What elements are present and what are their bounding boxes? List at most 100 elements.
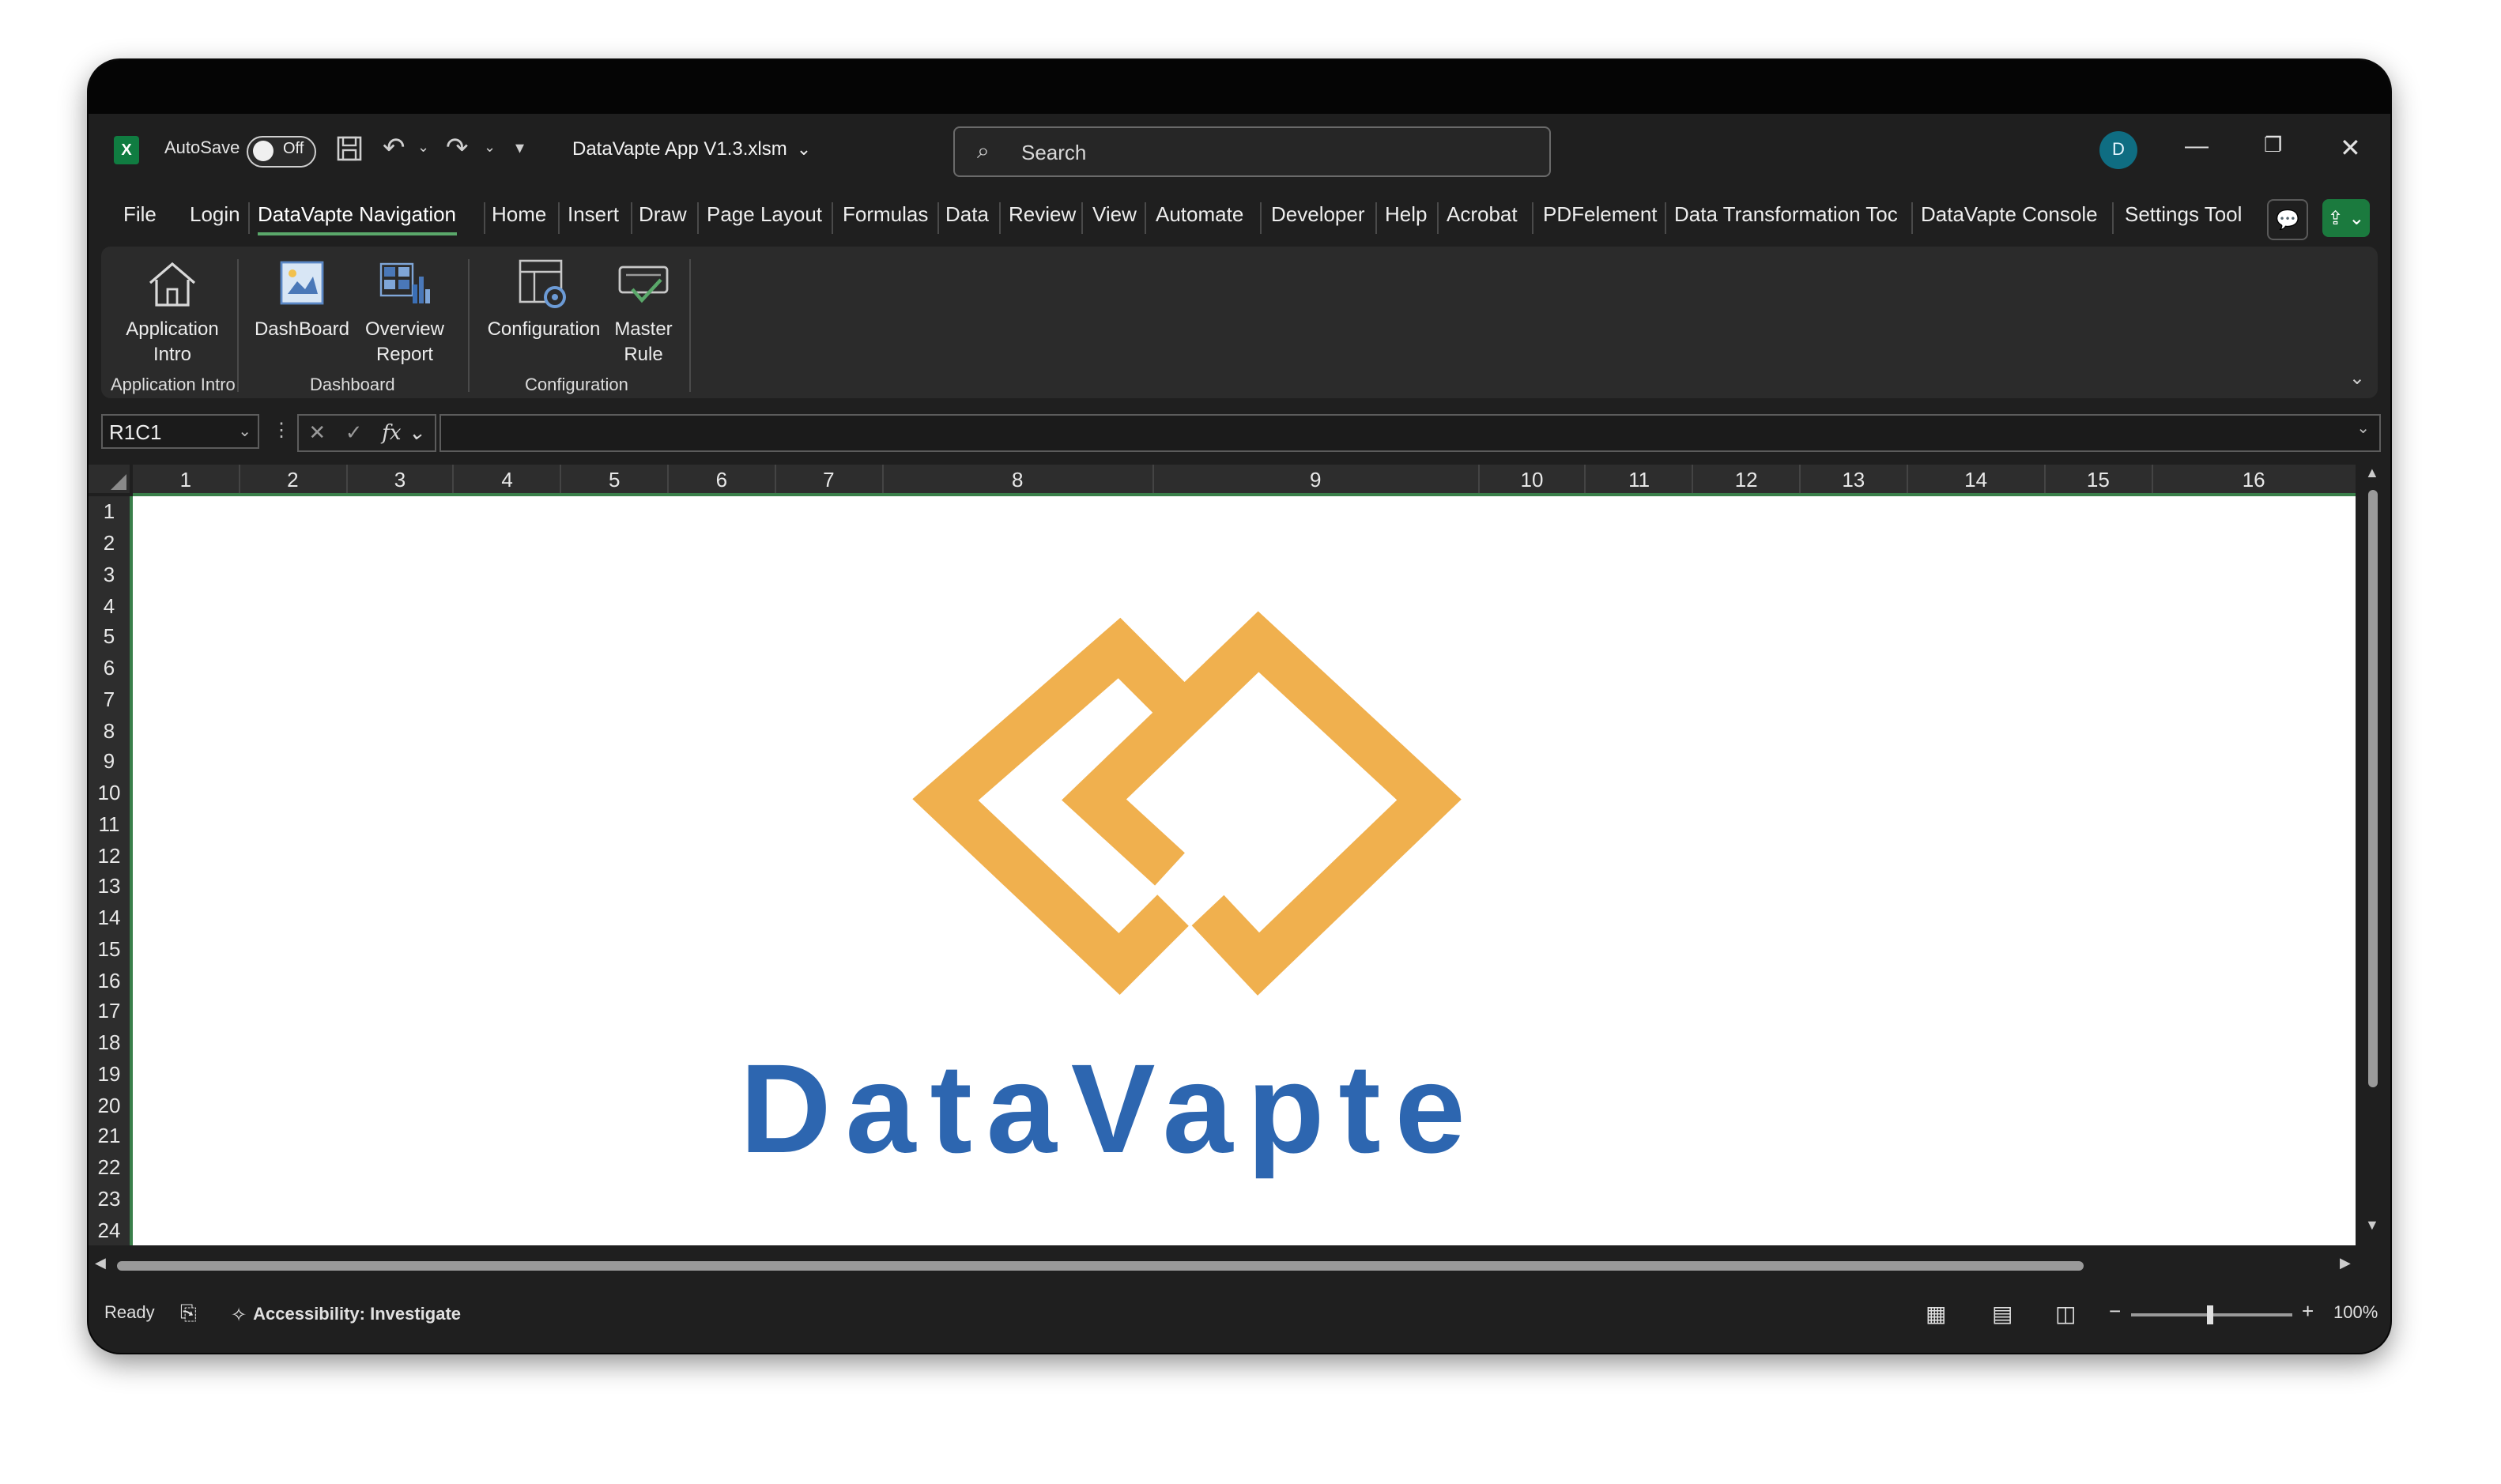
tab-draw[interactable]: Draw [639, 202, 687, 226]
row-header[interactable]: 13 [89, 871, 130, 902]
file-name[interactable]: DataVapte App V1.3.xlsm ⌄ [572, 137, 811, 160]
row-header[interactable]: 8 [89, 715, 130, 747]
row-header[interactable]: 3 [89, 559, 130, 590]
column-header[interactable]: 8 [883, 465, 1154, 493]
search-box[interactable]: ⌕ Search [953, 126, 1551, 177]
tab-acrobat[interactable]: Acrobat [1447, 202, 1518, 226]
column-header[interactable]: 1 [133, 465, 240, 493]
column-header[interactable]: 5 [561, 465, 669, 493]
sheet-canvas[interactable]: DataVapte [133, 496, 2356, 1245]
row-header[interactable]: 11 [89, 808, 130, 840]
row-header[interactable]: 7 [89, 684, 130, 715]
comments-button[interactable]: 💬 [2267, 199, 2308, 240]
tab-data[interactable]: Data [945, 202, 989, 226]
tab-settings-tool[interactable]: Settings Tool [2125, 202, 2242, 226]
share-button[interactable]: ⇪ ⌄ [2322, 199, 2370, 237]
zoom-out-icon[interactable]: − [2109, 1299, 2121, 1323]
column-header[interactable]: 15 [2046, 465, 2153, 493]
scroll-up-icon[interactable]: ▲ [2365, 465, 2379, 480]
row-header[interactable]: 16 [89, 965, 130, 996]
scroll-right-icon[interactable]: ▶ [2340, 1255, 2351, 1272]
page-layout-view-icon[interactable]: ▤ [1992, 1301, 2012, 1328]
chevron-down-icon[interactable]: ⌄ [238, 423, 251, 440]
formula-input[interactable]: ⌄ [439, 414, 2381, 452]
row-header[interactable]: 17 [89, 996, 130, 1027]
scroll-thumb[interactable] [117, 1261, 2084, 1271]
customize-toolbar-icon[interactable]: ▾ [515, 137, 524, 158]
minimize-icon[interactable]: — [2185, 133, 2209, 160]
tab-help[interactable]: Help [1385, 202, 1428, 226]
row-header[interactable]: 24 [89, 1215, 130, 1246]
tab-login[interactable]: Login [190, 202, 240, 226]
row-header[interactable]: 1 [89, 496, 130, 528]
tab-home[interactable]: Home [492, 202, 546, 226]
macro-recording-icon[interactable]: ⎘ [180, 1301, 197, 1326]
row-header[interactable]: 21 [89, 1121, 130, 1152]
tab-formulas[interactable]: Formulas [843, 202, 928, 226]
tab-view[interactable]: View [1092, 202, 1137, 226]
configuration-button[interactable]: Configuration [477, 256, 610, 341]
row-header[interactable]: 14 [89, 902, 130, 934]
row-header[interactable]: 22 [89, 1152, 130, 1184]
row-header[interactable]: 20 [89, 1090, 130, 1121]
row-header[interactable]: 6 [89, 653, 130, 684]
tab-developer[interactable]: Developer [1271, 202, 1365, 226]
row-header[interactable]: 2 [89, 528, 130, 559]
vertical-scrollbar[interactable]: ▲ ▼ [2362, 461, 2384, 1245]
tab-datavapte-navigation[interactable]: DataVapte Navigation [258, 202, 456, 235]
restore-icon[interactable]: ❐ [2264, 133, 2282, 158]
zoom-in-icon[interactable]: + [2302, 1299, 2314, 1323]
row-header[interactable]: 4 [89, 590, 130, 622]
redo-icon[interactable]: ↷ [446, 133, 469, 164]
tab-review[interactable]: Review [1009, 202, 1076, 226]
row-header[interactable]: 23 [89, 1183, 130, 1215]
scroll-left-icon[interactable]: ◀ [95, 1255, 106, 1272]
column-header[interactable]: 13 [1801, 465, 1908, 493]
tab-data-transformation[interactable]: Data Transformation Toc [1674, 202, 1898, 226]
autosave-toggle[interactable]: Off [247, 136, 316, 168]
select-all-button[interactable] [89, 465, 130, 493]
overview-report-button[interactable]: Overview Report [351, 256, 458, 367]
more-options-icon[interactable]: ⋮ [272, 419, 291, 441]
name-box[interactable]: R1C1 ⌄ [101, 414, 259, 449]
tab-pdfelement[interactable]: PDFelement [1543, 202, 1658, 226]
row-header[interactable]: 5 [89, 621, 130, 653]
save-icon[interactable] [335, 134, 364, 163]
avatar[interactable]: D [2099, 131, 2137, 169]
row-header[interactable]: 19 [89, 1058, 130, 1090]
row-header[interactable]: 9 [89, 746, 130, 778]
column-header[interactable]: 2 [240, 465, 348, 493]
row-header[interactable]: 18 [89, 1027, 130, 1059]
insert-function-button[interactable]: fx ⌄ [382, 421, 424, 445]
page-break-view-icon[interactable]: ◫ [2055, 1301, 2076, 1328]
column-header[interactable]: 14 [1908, 465, 2046, 493]
column-header[interactable]: 16 [2152, 465, 2355, 493]
tab-page-layout[interactable]: Page Layout [707, 202, 822, 226]
tab-insert[interactable]: Insert [568, 202, 619, 226]
column-header[interactable]: 6 [669, 465, 776, 493]
cancel-icon[interactable]: ✕ [308, 420, 326, 446]
row-header[interactable]: 15 [89, 933, 130, 965]
row-header[interactable]: 12 [89, 840, 130, 872]
scroll-thumb[interactable] [2368, 490, 2378, 1087]
column-header[interactable]: 10 [1479, 465, 1586, 493]
collapse-ribbon-icon[interactable]: ⌄ [2349, 367, 2365, 389]
column-header[interactable]: 12 [1693, 465, 1801, 493]
application-intro-button[interactable]: Application Intro [117, 256, 228, 367]
column-header[interactable]: 7 [776, 465, 884, 493]
zoom-slider-knob[interactable] [2207, 1305, 2213, 1324]
row-header[interactable]: 10 [89, 778, 130, 809]
redo-dropdown-icon[interactable]: ⌄ [484, 139, 496, 156]
column-header[interactable]: 4 [455, 465, 562, 493]
undo-icon[interactable]: ↶ [383, 133, 406, 164]
normal-view-icon[interactable]: ▦ [1926, 1301, 1946, 1328]
tab-file[interactable]: File [123, 202, 157, 226]
accessibility-status[interactable]: ✧ Accessibility: Investigate [231, 1304, 461, 1326]
master-rule-button[interactable]: Master Rule [604, 256, 683, 367]
tab-datavapte-console[interactable]: DataVapte Console [1921, 202, 2098, 226]
enter-icon[interactable]: ✓ [345, 420, 363, 446]
close-icon[interactable]: ✕ [2340, 133, 2361, 164]
horizontal-scrollbar[interactable]: ◀ ▶ [89, 1255, 2365, 1277]
dashboard-button[interactable]: DashBoard [247, 256, 357, 341]
expand-formula-bar-icon[interactable]: ⌄ [2356, 420, 2370, 438]
